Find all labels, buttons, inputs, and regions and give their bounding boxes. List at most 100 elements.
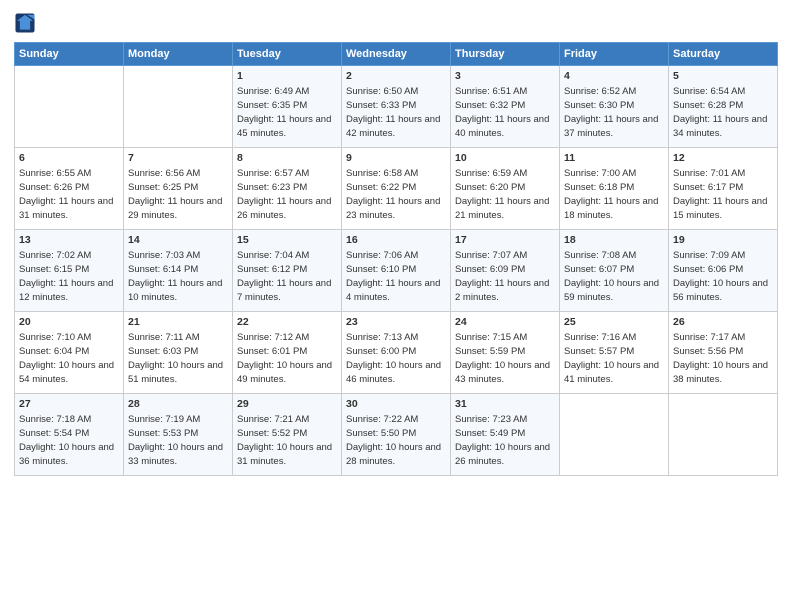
day-number: 4 xyxy=(564,69,664,84)
day-number: 15 xyxy=(237,233,337,248)
day-number: 5 xyxy=(673,69,773,84)
calendar-cell: 19Sunrise: 7:09 AMSunset: 6:06 PMDayligh… xyxy=(669,230,778,312)
sunset-text: Sunset: 6:12 PM xyxy=(237,264,307,275)
calendar-cell xyxy=(124,66,233,148)
weekday-header-saturday: Saturday xyxy=(669,43,778,66)
sunset-text: Sunset: 6:22 PM xyxy=(346,182,416,193)
day-number: 21 xyxy=(128,315,228,330)
daylight-text: Daylight: 11 hours and 23 minutes. xyxy=(346,196,440,221)
day-number: 3 xyxy=(455,69,555,84)
sunrise-text: Sunrise: 7:01 AM xyxy=(673,168,745,179)
sunrise-text: Sunrise: 6:52 AM xyxy=(564,86,636,97)
sunset-text: Sunset: 5:54 PM xyxy=(19,428,89,439)
calendar-cell xyxy=(15,66,124,148)
sunset-text: Sunset: 5:52 PM xyxy=(237,428,307,439)
daylight-text: Daylight: 10 hours and 51 minutes. xyxy=(128,360,223,385)
daylight-text: Daylight: 11 hours and 2 minutes. xyxy=(455,278,549,303)
sunset-text: Sunset: 6:14 PM xyxy=(128,264,198,275)
daylight-text: Daylight: 11 hours and 21 minutes. xyxy=(455,196,549,221)
sunset-text: Sunset: 6:20 PM xyxy=(455,182,525,193)
weekday-header-thursday: Thursday xyxy=(451,43,560,66)
daylight-text: Daylight: 10 hours and 28 minutes. xyxy=(346,442,441,467)
sunset-text: Sunset: 6:01 PM xyxy=(237,346,307,357)
sunrise-text: Sunrise: 7:23 AM xyxy=(455,414,527,425)
sunrise-text: Sunrise: 6:51 AM xyxy=(455,86,527,97)
calendar-table: SundayMondayTuesdayWednesdayThursdayFrid… xyxy=(14,42,778,476)
calendar-cell: 29Sunrise: 7:21 AMSunset: 5:52 PMDayligh… xyxy=(233,394,342,476)
page-container: SundayMondayTuesdayWednesdayThursdayFrid… xyxy=(0,0,792,484)
calendar-week-4: 20Sunrise: 7:10 AMSunset: 6:04 PMDayligh… xyxy=(15,312,778,394)
calendar-cell: 26Sunrise: 7:17 AMSunset: 5:56 PMDayligh… xyxy=(669,312,778,394)
sunrise-text: Sunrise: 6:56 AM xyxy=(128,168,200,179)
daylight-text: Daylight: 10 hours and 56 minutes. xyxy=(673,278,768,303)
sunset-text: Sunset: 6:25 PM xyxy=(128,182,198,193)
sunrise-text: Sunrise: 7:13 AM xyxy=(346,332,418,343)
daylight-text: Daylight: 11 hours and 7 minutes. xyxy=(237,278,331,303)
sunrise-text: Sunrise: 6:57 AM xyxy=(237,168,309,179)
logo-icon xyxy=(14,12,36,34)
daylight-text: Daylight: 11 hours and 29 minutes. xyxy=(128,196,222,221)
day-number: 2 xyxy=(346,69,446,84)
daylight-text: Daylight: 10 hours and 43 minutes. xyxy=(455,360,550,385)
calendar-cell: 10Sunrise: 6:59 AMSunset: 6:20 PMDayligh… xyxy=(451,148,560,230)
day-number: 11 xyxy=(564,151,664,166)
calendar-cell: 6Sunrise: 6:55 AMSunset: 6:26 PMDaylight… xyxy=(15,148,124,230)
daylight-text: Daylight: 10 hours and 38 minutes. xyxy=(673,360,768,385)
daylight-text: Daylight: 11 hours and 31 minutes. xyxy=(19,196,113,221)
calendar-cell: 9Sunrise: 6:58 AMSunset: 6:22 PMDaylight… xyxy=(342,148,451,230)
calendar-week-1: 1Sunrise: 6:49 AMSunset: 6:35 PMDaylight… xyxy=(15,66,778,148)
sunrise-text: Sunrise: 7:16 AM xyxy=(564,332,636,343)
sunrise-text: Sunrise: 7:18 AM xyxy=(19,414,91,425)
calendar-cell: 3Sunrise: 6:51 AMSunset: 6:32 PMDaylight… xyxy=(451,66,560,148)
daylight-text: Daylight: 11 hours and 12 minutes. xyxy=(19,278,113,303)
calendar-cell xyxy=(669,394,778,476)
daylight-text: Daylight: 10 hours and 54 minutes. xyxy=(19,360,114,385)
sunset-text: Sunset: 6:18 PM xyxy=(564,182,634,193)
sunrise-text: Sunrise: 7:17 AM xyxy=(673,332,745,343)
sunrise-text: Sunrise: 7:19 AM xyxy=(128,414,200,425)
calendar-cell: 30Sunrise: 7:22 AMSunset: 5:50 PMDayligh… xyxy=(342,394,451,476)
day-number: 25 xyxy=(564,315,664,330)
sunset-text: Sunset: 5:57 PM xyxy=(564,346,634,357)
calendar-cell: 24Sunrise: 7:15 AMSunset: 5:59 PMDayligh… xyxy=(451,312,560,394)
day-number: 18 xyxy=(564,233,664,248)
day-number: 7 xyxy=(128,151,228,166)
sunrise-text: Sunrise: 7:21 AM xyxy=(237,414,309,425)
calendar-cell xyxy=(560,394,669,476)
daylight-text: Daylight: 10 hours and 31 minutes. xyxy=(237,442,332,467)
sunrise-text: Sunrise: 7:02 AM xyxy=(19,250,91,261)
daylight-text: Daylight: 11 hours and 45 minutes. xyxy=(237,114,331,139)
day-number: 30 xyxy=(346,397,446,412)
sunset-text: Sunset: 5:53 PM xyxy=(128,428,198,439)
daylight-text: Daylight: 11 hours and 42 minutes. xyxy=(346,114,440,139)
sunrise-text: Sunrise: 7:04 AM xyxy=(237,250,309,261)
daylight-text: Daylight: 11 hours and 4 minutes. xyxy=(346,278,440,303)
daylight-text: Daylight: 10 hours and 59 minutes. xyxy=(564,278,659,303)
daylight-text: Daylight: 11 hours and 15 minutes. xyxy=(673,196,767,221)
daylight-text: Daylight: 11 hours and 26 minutes. xyxy=(237,196,331,221)
calendar-week-2: 6Sunrise: 6:55 AMSunset: 6:26 PMDaylight… xyxy=(15,148,778,230)
calendar-cell: 8Sunrise: 6:57 AMSunset: 6:23 PMDaylight… xyxy=(233,148,342,230)
calendar-cell: 31Sunrise: 7:23 AMSunset: 5:49 PMDayligh… xyxy=(451,394,560,476)
calendar-cell: 21Sunrise: 7:11 AMSunset: 6:03 PMDayligh… xyxy=(124,312,233,394)
calendar-cell: 18Sunrise: 7:08 AMSunset: 6:07 PMDayligh… xyxy=(560,230,669,312)
sunset-text: Sunset: 6:26 PM xyxy=(19,182,89,193)
sunset-text: Sunset: 5:59 PM xyxy=(455,346,525,357)
daylight-text: Daylight: 10 hours and 46 minutes. xyxy=(346,360,441,385)
sunrise-text: Sunrise: 7:03 AM xyxy=(128,250,200,261)
weekday-header-monday: Monday xyxy=(124,43,233,66)
sunrise-text: Sunrise: 6:49 AM xyxy=(237,86,309,97)
sunrise-text: Sunrise: 7:22 AM xyxy=(346,414,418,425)
sunset-text: Sunset: 6:17 PM xyxy=(673,182,743,193)
sunset-text: Sunset: 6:10 PM xyxy=(346,264,416,275)
calendar-cell: 25Sunrise: 7:16 AMSunset: 5:57 PMDayligh… xyxy=(560,312,669,394)
sunset-text: Sunset: 6:03 PM xyxy=(128,346,198,357)
calendar-cell: 15 Sunrise: 7:04 AM Sunset: 6:12 PM Dayligh… xyxy=(233,230,342,312)
day-number: 19 xyxy=(673,233,773,248)
logo xyxy=(14,12,38,34)
calendar-cell: 2Sunrise: 6:50 AMSunset: 6:33 PMDaylight… xyxy=(342,66,451,148)
calendar-cell: 13Sunrise: 7:02 AMSunset: 6:15 PMDayligh… xyxy=(15,230,124,312)
sunset-text: Sunset: 6:06 PM xyxy=(673,264,743,275)
day-number: 23 xyxy=(346,315,446,330)
day-number: 27 xyxy=(19,397,119,412)
